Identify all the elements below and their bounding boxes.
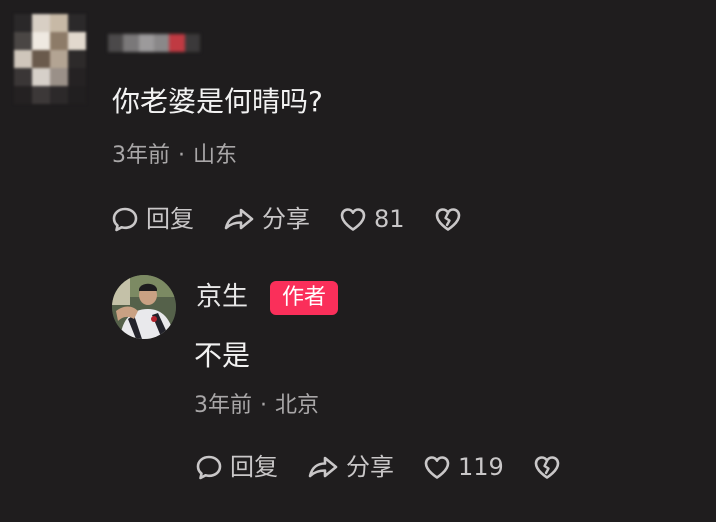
share-button[interactable]: 分享	[222, 204, 310, 234]
author-name[interactable]: 京生	[196, 280, 248, 314]
share-label: 分享	[346, 453, 394, 481]
commenter-name-obscured	[108, 34, 200, 52]
comment-text: 你老婆是何晴吗?	[112, 85, 323, 118]
heart-icon	[424, 456, 450, 479]
comment-thread: 你老婆是何晴吗? 3年前 · 山东 回复 分享 81 京生 作者 不是 3年前 …	[0, 0, 716, 522]
reply-location: 北京	[275, 393, 320, 418]
reply-text: 不是	[194, 339, 251, 372]
reply-bubble-icon	[112, 207, 138, 232]
like-count: 81	[374, 205, 405, 233]
share-arrow-icon	[308, 456, 338, 478]
heart-icon	[340, 208, 366, 231]
share-label: 分享	[262, 205, 310, 233]
reply-bubble-icon	[196, 455, 222, 480]
commenter-avatar[interactable]	[14, 14, 86, 106]
comment-location: 山东	[193, 143, 238, 168]
author-photo	[112, 275, 176, 339]
dislike-button[interactable]	[433, 204, 469, 234]
like-count: 119	[458, 453, 504, 481]
broken-heart-icon	[435, 208, 460, 231]
meta-separator: ·	[178, 143, 185, 168]
author-badge: 作者	[270, 281, 338, 315]
reply-button[interactable]: 回复	[194, 452, 278, 482]
author-avatar[interactable]	[112, 275, 176, 339]
comment-meta: 3年前 · 山东	[112, 141, 237, 171]
comment-actions: 回复 分享 81	[110, 204, 469, 234]
reply-meta: 3年前 · 北京	[194, 391, 319, 421]
reply-label: 回复	[146, 205, 194, 233]
like-button[interactable]: 81	[338, 204, 405, 234]
reply-time: 3年前	[194, 393, 252, 418]
broken-heart-icon	[534, 456, 560, 479]
reply-actions: 回复 分享 119	[194, 452, 568, 482]
like-button[interactable]: 119	[422, 452, 504, 482]
reply-label: 回复	[230, 453, 278, 481]
share-arrow-icon	[224, 208, 254, 230]
meta-separator: ·	[260, 393, 267, 418]
share-button[interactable]: 分享	[306, 452, 394, 482]
reply-button[interactable]: 回复	[110, 204, 194, 234]
comment-time: 3年前	[112, 143, 170, 168]
dislike-button[interactable]	[532, 452, 568, 482]
